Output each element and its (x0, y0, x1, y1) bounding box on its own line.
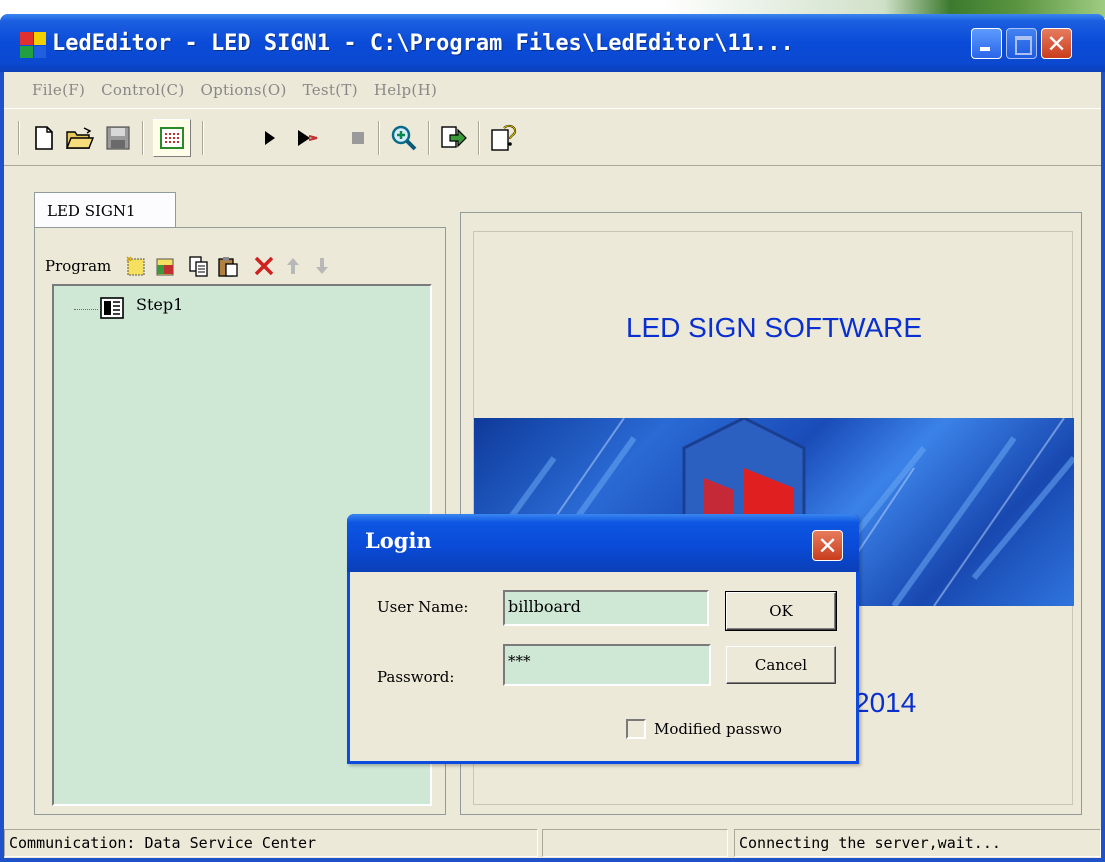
tab-led-sign1[interactable]: LED SIGN1 (34, 192, 176, 228)
close-button[interactable]: ✕ (1041, 28, 1072, 59)
toolbar (4, 108, 1101, 166)
toolbar-separator (18, 121, 20, 155)
login-dialog: Login ✕ User Name: billboard OK Password… (347, 514, 859, 764)
program-toolbar: Program (45, 252, 335, 280)
new-step-icon[interactable] (152, 253, 178, 279)
tree-connector (74, 309, 98, 310)
password-label: Password: (377, 668, 455, 686)
move-up-icon[interactable] (280, 253, 306, 279)
delete-icon[interactable] (251, 253, 277, 279)
step-play-icon[interactable] (294, 124, 322, 152)
move-down-icon[interactable] (309, 253, 335, 279)
login-title-bar[interactable]: Login ✕ (347, 514, 859, 572)
menu-file[interactable]: File(F) (32, 81, 85, 99)
modify-password-checkbox[interactable] (626, 719, 646, 739)
title-bar[interactable]: LedEditor - LED SIGN1 - C:\Program Files… (0, 14, 1105, 72)
ok-button[interactable]: OK (725, 591, 837, 631)
username-label: User Name: (377, 598, 469, 616)
zoom-icon[interactable] (390, 124, 418, 152)
year-text: 2014 (854, 687, 917, 718)
menu-test[interactable]: Test(T) (303, 81, 358, 99)
close-icon: ✕ (817, 531, 838, 560)
login-title: Login (365, 528, 432, 553)
modify-password-label: Modified passwo (654, 720, 782, 738)
new-file-icon[interactable] (30, 124, 58, 152)
menu-bar: File(F) Control(C) Options(O) Test(T) He… (4, 72, 1101, 108)
status-bar: Communication: Data Service Center Conne… (4, 825, 1101, 858)
stop-icon[interactable] (344, 124, 372, 152)
password-field[interactable]: *** (503, 644, 711, 686)
status-connection: Connecting the server,wait... (734, 829, 1101, 857)
status-middle (542, 829, 728, 857)
status-communication: Communication: Data Service Center (4, 829, 538, 857)
app-icon (20, 32, 46, 58)
maximize-button[interactable] (1006, 28, 1037, 59)
software-title: LED SIGN SOFTWARE (625, 312, 923, 343)
save-icon[interactable] (104, 124, 132, 152)
login-close-button[interactable]: ✕ (812, 530, 843, 561)
new-program-icon[interactable] (123, 253, 149, 279)
toolbar-separator (202, 121, 204, 155)
toolbar-separator (142, 121, 144, 155)
export-icon[interactable] (440, 124, 468, 152)
paste-icon[interactable] (215, 253, 241, 279)
window-title: LedEditor - LED SIGN1 - C:\Program Files… (52, 31, 794, 56)
program-label: Program (45, 257, 112, 275)
menu-control[interactable]: Control(C) (101, 81, 184, 99)
copy-icon[interactable] (186, 253, 212, 279)
toolbar-separator (478, 121, 480, 155)
grid-icon[interactable] (153, 119, 191, 157)
tree-item-step1[interactable]: Step1 (136, 295, 183, 314)
cancel-button[interactable]: Cancel (726, 646, 836, 684)
help-icon[interactable] (490, 124, 518, 152)
step-icon (100, 297, 124, 319)
toolbar-separator (378, 121, 380, 155)
minimize-button[interactable] (971, 28, 1002, 59)
menu-help[interactable]: Help(H) (374, 81, 437, 99)
open-folder-icon[interactable] (66, 124, 94, 152)
menu-options[interactable]: Options(O) (200, 81, 286, 99)
username-field[interactable]: billboard (503, 590, 709, 626)
play-icon[interactable] (256, 124, 284, 152)
toolbar-separator (428, 121, 430, 155)
close-icon: ✕ (1046, 29, 1067, 58)
